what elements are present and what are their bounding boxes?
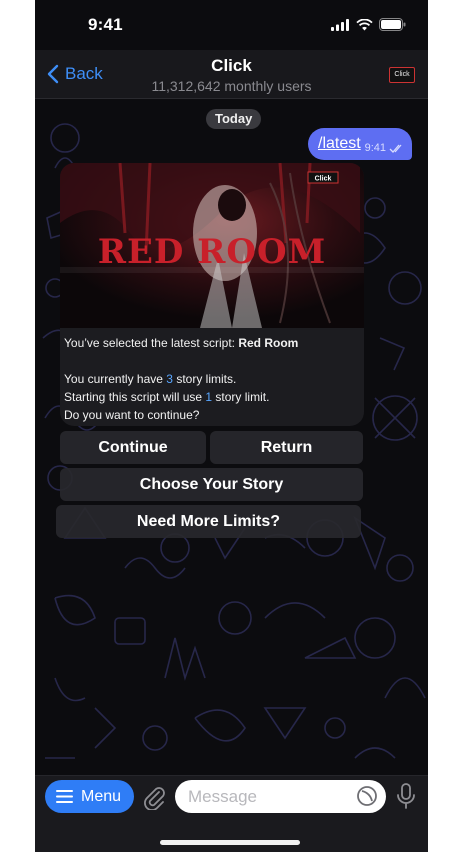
outgoing-message[interactable]: /latest 9:41 [308, 128, 412, 160]
menu-label: Menu [81, 787, 122, 805]
cover-logo: Click [315, 176, 332, 183]
status-icons [331, 18, 406, 31]
script-cover-image[interactable]: RED ROOM Click [60, 163, 364, 328]
battery-icon [379, 18, 406, 31]
limits-line: You currently have 3 story limits. [64, 370, 360, 388]
microphone-icon[interactable] [396, 783, 416, 809]
home-indicator[interactable] [160, 840, 300, 845]
bot-message: RED ROOM Click You’ve selected the lates… [60, 163, 364, 426]
menu-button[interactable]: Menu [45, 780, 134, 813]
signal-icon [331, 18, 349, 31]
phone-screen: 9:41 Back Click 11,312,642 monthly users… [35, 0, 428, 852]
cost-line: Starting this script will use 1 story li… [64, 388, 360, 406]
message-input[interactable] [175, 780, 386, 813]
continue-button[interactable]: Continue [60, 431, 206, 464]
limits-suffix: story limits. [172, 372, 237, 386]
text-spacer [64, 352, 360, 370]
selected-script-prefix: You’ve selected the latest script: [64, 336, 239, 350]
wifi-icon [356, 18, 373, 30]
choose-story-button[interactable]: Choose Your Story [60, 468, 363, 501]
chat-title[interactable]: Click [35, 56, 428, 76]
menu-lines-icon [56, 790, 73, 803]
paperclip-icon[interactable] [142, 784, 166, 810]
need-more-limits-button[interactable]: Need More Limits? [56, 505, 361, 538]
chat-subtitle: 11,312,642 monthly users [151, 78, 312, 94]
cost-prefix: Starting this script will use [64, 390, 206, 404]
date-separator: Today [206, 109, 262, 129]
return-button[interactable]: Return [210, 431, 363, 464]
double-check-icon [389, 144, 402, 153]
sticker-icon[interactable] [356, 785, 378, 807]
script-name: Red Room [238, 336, 299, 350]
status-bar: 9:41 [35, 0, 428, 50]
outgoing-command-link[interactable]: /latest [318, 135, 361, 153]
cost-suffix: story limit. [212, 390, 270, 404]
limits-count: 3 [166, 372, 173, 386]
message-time: 9:41 [364, 142, 386, 154]
cover-title: RED ROOM [98, 232, 327, 272]
message-meta: 9:41 [365, 142, 404, 154]
selected-script-line: You’ve selected the latest script: Red R… [64, 334, 360, 352]
continue-question: Do you want to continue? [64, 408, 200, 422]
chat-header: Back Click 11,312,642 monthly users Clic… [35, 50, 428, 99]
status-time: 9:41 [88, 15, 123, 34]
bot-avatar[interactable]: Click [389, 67, 415, 83]
bot-message-text: You’ve selected the latest script: Red R… [64, 334, 360, 424]
limits-prefix: You currently have [64, 372, 167, 386]
